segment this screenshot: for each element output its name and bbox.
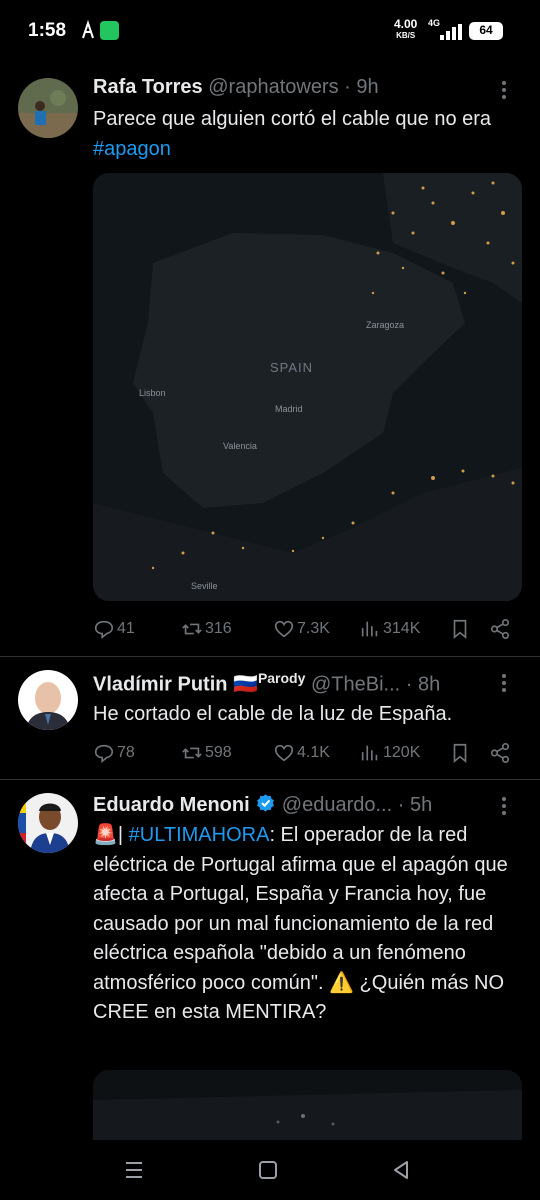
message-notification-icon — [100, 21, 119, 40]
views-button[interactable]: 314K — [359, 617, 420, 641]
tweet-time[interactable]: 9h — [356, 76, 378, 98]
avatar[interactable] — [18, 78, 78, 138]
battery-indicator: 64 — [469, 22, 503, 40]
tweet-actions: 78 598 4.1K 120K — [93, 741, 523, 765]
reply-count: 41 — [117, 620, 135, 637]
menu-icon[interactable] — [121, 1157, 147, 1183]
reply-button[interactable]: 78 — [93, 741, 135, 765]
separator-dot: · — [344, 76, 351, 98]
tweet-header: Eduardo Menoni @eduardo... · 5h — [93, 793, 432, 817]
more-icon[interactable] — [494, 80, 514, 100]
network-type: 4G — [428, 18, 441, 28]
tweet-time[interactable]: 8h — [418, 674, 440, 696]
spain-night-map-image — [93, 173, 522, 601]
like-button[interactable]: 4.1K — [273, 741, 330, 765]
author-name[interactable]: Rafa Torres — [93, 76, 203, 98]
tweet-text: He cortado el cable de la luz de España. — [93, 703, 453, 725]
tweet-text: 🚨| #ULTIMAHORA: El operador de la red el… — [93, 824, 508, 1023]
views-button[interactable]: 120K — [359, 741, 420, 765]
like-count: 7.3K — [297, 620, 330, 637]
bookmark-icon — [453, 743, 467, 764]
tweet-media-map[interactable]: SPAIN Zaragoza Lisbon Madrid Valencia Se… — [93, 173, 522, 601]
views-count: 120K — [383, 744, 421, 761]
status-bar: 1:58 4.00 KB/S 4G 64 — [0, 0, 540, 62]
separator-dot: · — [397, 794, 405, 816]
dark-photo-image — [93, 1070, 522, 1140]
hashtag-link[interactable]: #apagon — [93, 138, 171, 160]
hashtag-link[interactable]: #ULTIMAHORA — [129, 824, 270, 846]
repost-icon — [182, 623, 202, 635]
tweet-rafa-torres[interactable]: Rafa Torres @raphatowers · 9h Parece que… — [0, 62, 540, 657]
views-icon — [361, 621, 378, 637]
verified-icon — [257, 794, 275, 812]
reply-button[interactable]: 41 — [93, 617, 135, 641]
like-count: 4.1K — [297, 744, 330, 761]
map-label-seville: Seville — [191, 581, 218, 591]
russia-flag-icon: 🇷🇺 — [233, 673, 258, 696]
parody-label: Parody — [257, 670, 306, 686]
reply-icon — [94, 744, 114, 763]
repost-count: 316 — [205, 620, 232, 637]
tweet-header: Rafa Torres @raphatowers · 9h — [93, 76, 379, 99]
tweet-vladimir-putin[interactable]: Vladímir Putin 🇷🇺Parody @TheBi... · 8h H… — [0, 657, 540, 780]
tweet-time[interactable]: 5h — [410, 794, 432, 816]
bookmark-button[interactable] — [449, 741, 473, 765]
map-label-lisbon: Lisbon — [139, 388, 166, 398]
tweet-actions: 41 316 7.3K 314K — [93, 617, 523, 641]
share-button[interactable] — [489, 741, 513, 765]
back-icon[interactable] — [388, 1157, 414, 1183]
more-icon[interactable] — [494, 796, 514, 816]
reply-count: 78 — [117, 744, 135, 761]
more-icon[interactable] — [494, 673, 514, 693]
repost-icon — [182, 747, 202, 759]
siren-emoji: 🚨 — [93, 824, 118, 846]
separator-dot: · — [405, 673, 413, 696]
reply-icon — [94, 620, 114, 639]
system-navigation-bar — [0, 1140, 540, 1200]
author-handle[interactable]: @raphatowers — [208, 76, 338, 98]
map-label-valencia: Valencia — [223, 441, 257, 451]
avatar[interactable] — [18, 670, 78, 730]
author-handle[interactable]: @TheBi... — [311, 674, 400, 696]
tweet-media-image[interactable] — [93, 1070, 522, 1140]
share-icon — [490, 619, 510, 639]
home-icon[interactable] — [255, 1157, 281, 1183]
repost-count: 598 — [205, 744, 232, 761]
repost-button[interactable]: 598 — [181, 741, 232, 765]
like-icon — [274, 620, 294, 638]
map-label-spain: SPAIN — [270, 360, 314, 375]
views-count: 314K — [383, 620, 421, 637]
map-label-zaragoza: Zaragoza — [366, 320, 405, 330]
map-label-madrid: Madrid — [275, 404, 303, 414]
repost-button[interactable]: 316 — [181, 617, 232, 641]
network-speed: 4.00 KB/S — [394, 17, 418, 40]
views-icon — [361, 745, 378, 761]
avatar[interactable] — [18, 793, 78, 853]
author-name[interactable]: Vladímir Putin — [93, 674, 227, 696]
tweet-header: Vladímir Putin 🇷🇺Parody @TheBi... · 8h — [93, 670, 440, 697]
app-notification-icon — [82, 20, 94, 39]
share-button[interactable] — [489, 617, 513, 641]
warning-emoji: ⚠️ — [329, 971, 354, 994]
share-icon — [490, 743, 510, 763]
status-time: 1:58 — [28, 20, 67, 41]
bookmark-icon — [453, 619, 467, 640]
like-icon — [274, 744, 294, 762]
bookmark-button[interactable] — [449, 617, 473, 641]
signal-icon — [440, 24, 462, 40]
author-name[interactable]: Eduardo Menoni — [93, 794, 250, 816]
like-button[interactable]: 7.3K — [273, 617, 330, 641]
author-handle[interactable]: @eduardo... — [282, 794, 392, 816]
tweet-text: Parece que alguien cortó el cable que no… — [93, 108, 492, 160]
